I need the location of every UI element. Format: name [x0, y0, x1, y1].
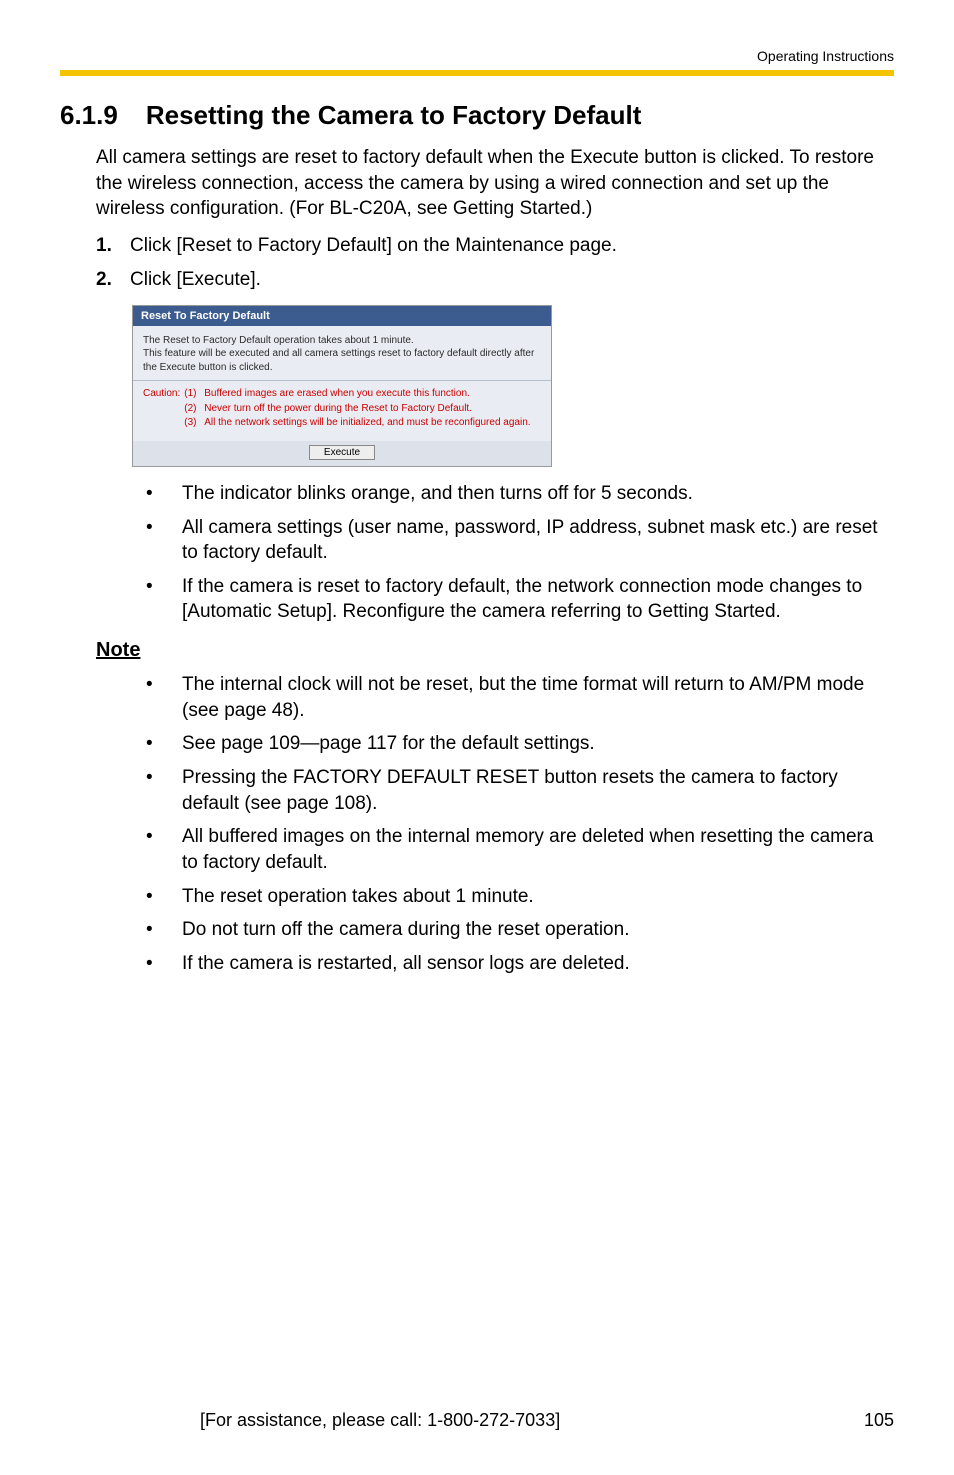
step-number: 2.: [96, 266, 130, 295]
list-item: The indicator blinks orange, and then tu…: [136, 481, 894, 507]
execute-button[interactable]: Execute: [309, 445, 375, 460]
caution-item: (1) Buffered images are erased when you …: [184, 387, 541, 401]
section-heading: 6.1.9 Resetting the Camera to Factory Def…: [60, 100, 894, 131]
accent-bar: [60, 70, 894, 76]
dialog-paragraph: The Reset to Factory Default operation t…: [143, 334, 541, 375]
caution-item-text: Never turn off the power during the Rese…: [204, 402, 472, 416]
list-item: If the camera is reset to factory defaul…: [136, 574, 894, 625]
list-item: All camera settings (user name, password…: [136, 515, 894, 566]
step-text: Click [Reset to Factory Default] on the …: [130, 232, 617, 261]
section-number: 6.1.9: [60, 100, 118, 131]
list-item: The reset operation takes about 1 minute…: [136, 884, 894, 910]
caution-item: (3) All the network settings will be ini…: [184, 416, 541, 430]
list-item: If the camera is restarted, all sensor l…: [136, 951, 894, 977]
page-footer: [For assistance, please call: 1-800-272-…: [60, 1410, 894, 1431]
caution-item-number: (2): [184, 402, 204, 416]
caution-item-number: (3): [184, 416, 204, 430]
step-item: 2. Click [Execute].: [96, 266, 894, 295]
list-item: Do not turn off the camera during the re…: [136, 917, 894, 943]
section-title: Resetting the Camera to Factory Default: [146, 100, 642, 130]
list-item: See page 109—page 117 for the default se…: [136, 731, 894, 757]
caution-item-text: All the network settings will be initial…: [204, 416, 530, 430]
dialog-separator: [133, 380, 551, 381]
post-bullets: The indicator blinks orange, and then tu…: [136, 481, 894, 625]
note-heading: Note: [96, 639, 894, 662]
intro-paragraph: All camera settings are reset to factory…: [96, 145, 894, 222]
caution-item: (2) Never turn off the power during the …: [184, 402, 541, 416]
caution-item-number: (1): [184, 387, 204, 401]
note-bullets: The internal clock will not be reset, bu…: [136, 672, 894, 976]
step-text: Click [Execute].: [130, 266, 261, 295]
footer-assist: [For assistance, please call: 1-800-272-…: [200, 1410, 560, 1431]
dialog-body: The Reset to Factory Default operation t…: [133, 326, 551, 441]
dialog-button-row: Execute: [133, 441, 551, 466]
step-item: 1. Click [Reset to Factory Default] on t…: [96, 232, 894, 261]
step-number: 1.: [96, 232, 130, 261]
list-item: The internal clock will not be reset, bu…: [136, 672, 894, 723]
caution-label: Caution:: [143, 387, 184, 431]
header-doc-label: Operating Instructions: [757, 48, 894, 64]
steps-list: 1. Click [Reset to Factory Default] on t…: [96, 232, 894, 295]
dialog-titlebar: Reset To Factory Default: [133, 306, 551, 326]
caution-item-text: Buffered images are erased when you exec…: [204, 387, 470, 401]
list-item: All buffered images on the internal memo…: [136, 824, 894, 875]
list-item: Pressing the FACTORY DEFAULT RESET butto…: [136, 765, 894, 816]
dialog-caution: Caution: (1) Buffered images are erased …: [143, 387, 541, 431]
footer-page-number: 105: [864, 1410, 894, 1431]
reset-dialog-figure: Reset To Factory Default The Reset to Fa…: [132, 305, 552, 467]
